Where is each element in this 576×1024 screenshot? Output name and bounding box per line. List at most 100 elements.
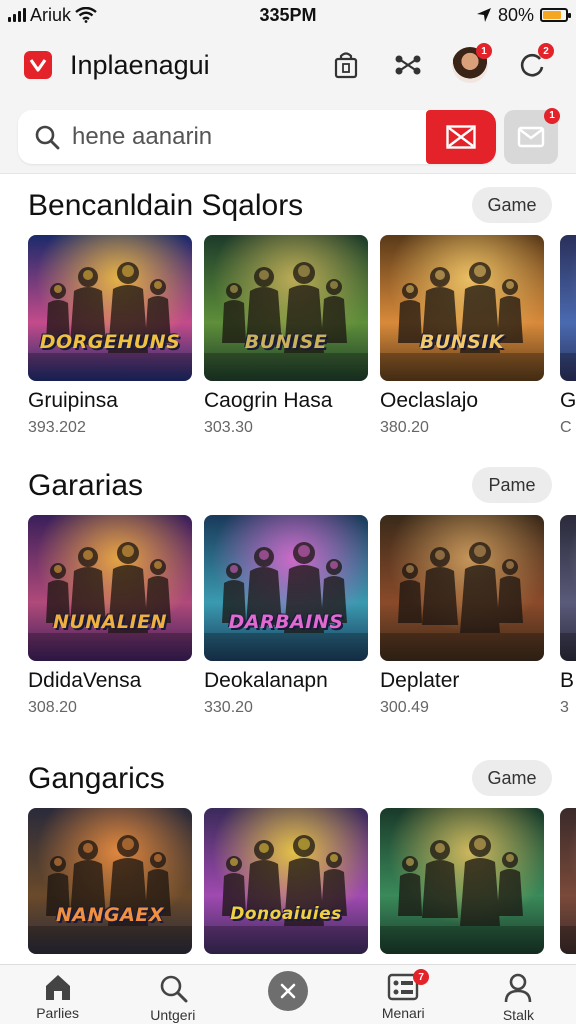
section-title: Gangarics bbox=[28, 762, 165, 795]
nav-label-profile: Stalk bbox=[502, 1007, 534, 1023]
section-header: Bencanldain Sqalors Game bbox=[0, 175, 576, 235]
game-downloads: 393.202 bbox=[28, 419, 86, 436]
close-icon bbox=[446, 124, 476, 149]
game-card[interactable]: Donoaiuies bbox=[204, 808, 368, 964]
app-title: Inplaenagui bbox=[70, 49, 210, 80]
avatar-button[interactable]: 1 bbox=[450, 43, 492, 85]
game-cover-image: Donoaiuies bbox=[204, 808, 368, 954]
game-cover-image: DORGEHUNS bbox=[28, 235, 192, 381]
bag-icon[interactable] bbox=[326, 45, 366, 85]
game-cover-image bbox=[560, 235, 576, 381]
game-card[interactable]: Deplater 300.49 bbox=[380, 515, 544, 717]
section-title: Bencanldain Sqalors bbox=[28, 189, 304, 222]
section-header: Gangarics Game bbox=[0, 748, 576, 808]
game-card[interactable]: NANGAEX bbox=[28, 808, 192, 964]
game-cover-image bbox=[560, 515, 576, 661]
game-section: Gararias Pame NUNALIEN DdidaVensa 308.20… bbox=[0, 455, 576, 716]
game-title: G bbox=[560, 389, 576, 412]
game-title: B bbox=[560, 669, 575, 692]
nav-item-search[interactable]: Untgeri bbox=[115, 965, 230, 1024]
game-section: Bencanldain Sqalors Game DORGEHUNS Gruip… bbox=[0, 175, 576, 436]
game-title: DdidaVensa bbox=[28, 669, 142, 692]
search-icon bbox=[160, 975, 188, 1003]
status-time: 335PM bbox=[259, 4, 317, 25]
game-cover-image bbox=[560, 808, 576, 954]
game-title: Oeclaslajo bbox=[380, 389, 479, 412]
refresh-badge: 2 bbox=[538, 43, 554, 59]
signal-icon bbox=[8, 8, 26, 22]
share-icon[interactable] bbox=[388, 45, 428, 85]
nav-item-menu[interactable]: 7 Menari bbox=[346, 965, 461, 1024]
game-cover-image: DARBAINS bbox=[204, 515, 368, 661]
messages-button[interactable]: 1 bbox=[504, 107, 560, 164]
game-cover-image: NANGAEX bbox=[28, 808, 192, 954]
game-title: Gruipinsa bbox=[28, 389, 118, 412]
game-card[interactable]: BUNSIK Oeclaslajo 380.20 bbox=[380, 235, 544, 437]
game-downloads: 380.20 bbox=[380, 419, 429, 436]
game-card[interactable] bbox=[560, 808, 576, 964]
section-header: Gararias Pame bbox=[0, 455, 576, 515]
game-card[interactable]: NUNALIEN DdidaVensa 308.20 bbox=[28, 515, 192, 717]
game-card[interactable]: DORGEHUNS Gruipinsa 393.202 bbox=[28, 235, 192, 437]
mail-icon bbox=[517, 126, 545, 147]
close-icon bbox=[268, 971, 308, 1011]
nav-item-home[interactable]: Parlies bbox=[0, 965, 115, 1024]
section-filter-chip[interactable]: Game bbox=[472, 760, 552, 796]
profile-icon bbox=[505, 973, 532, 1003]
section-filter-chip[interactable]: Pame bbox=[472, 467, 552, 503]
messages-badge: 1 bbox=[544, 107, 560, 124]
game-cover-title: NUNALIEN bbox=[53, 611, 167, 633]
home-icon bbox=[45, 975, 70, 1000]
card-carousel: NANGAEX Donoaiuies bbox=[28, 808, 576, 964]
section-title: Gararias bbox=[28, 469, 144, 502]
game-card[interactable]: DARBAINS Deokalanapn 330.20 bbox=[204, 515, 368, 717]
game-section: Gangarics Game NANGAEX Donoaiuies bbox=[0, 748, 576, 954]
game-downloads: C bbox=[560, 419, 572, 436]
game-card[interactable]: B 3 bbox=[560, 515, 576, 717]
search-row: 1 bbox=[0, 100, 576, 174]
search-box[interactable] bbox=[18, 109, 496, 164]
game-cover-title: BUNISE bbox=[244, 331, 328, 353]
nav-item-center[interactable] bbox=[230, 965, 345, 1024]
game-downloads: 300.49 bbox=[380, 699, 429, 716]
nav-item-profile[interactable]: Stalk bbox=[461, 965, 576, 1024]
app-header: Inplaenagui 1 2 bbox=[0, 30, 576, 100]
game-cover-title: DORGEHUNS bbox=[39, 331, 181, 353]
game-card[interactable]: BUNISE Caogrin Hasa 303.30 bbox=[204, 235, 368, 437]
game-cover-image bbox=[380, 515, 544, 661]
game-cover-image bbox=[380, 808, 544, 954]
nav-label-search: Untgeri bbox=[150, 1007, 196, 1023]
game-cover-image: BUNSIK bbox=[380, 235, 544, 381]
wifi-icon bbox=[75, 7, 97, 23]
card-carousel: NUNALIEN DdidaVensa 308.20 DARBAINS Deok… bbox=[28, 515, 576, 735]
game-title: Deokalanapn bbox=[204, 669, 328, 692]
game-downloads: 308.20 bbox=[28, 699, 77, 716]
app-logo-icon bbox=[24, 51, 52, 79]
location-arrow-icon bbox=[476, 8, 491, 22]
card-carousel: DORGEHUNS Gruipinsa 393.202 BUNISE Caogr… bbox=[28, 235, 576, 455]
game-cover-title: NANGAEX bbox=[56, 904, 164, 926]
refresh-icon[interactable]: 2 bbox=[512, 43, 554, 85]
game-cover-image: BUNISE bbox=[204, 235, 368, 381]
nav-badge: 7 bbox=[413, 969, 430, 985]
carrier-label: Ariuk bbox=[30, 4, 72, 25]
game-cover-title: Donoaiuies bbox=[230, 904, 342, 924]
battery-percent: 80% bbox=[497, 4, 534, 25]
bottom-nav: Parlies Untgeri 7 Menari Stalk bbox=[0, 964, 576, 1024]
avatar-badge: 1 bbox=[476, 43, 492, 59]
section-filter-chip[interactable]: Game bbox=[472, 187, 552, 223]
game-card[interactable]: G C bbox=[560, 235, 576, 437]
game-cover-image: NUNALIEN bbox=[28, 515, 192, 661]
game-downloads: 3 bbox=[560, 699, 569, 716]
nav-label-menu: Menari bbox=[381, 1005, 425, 1021]
status-bar: Ariuk 335PM 80% bbox=[0, 0, 576, 30]
content-feed: Bencanldain Sqalors Game DORGEHUNS Gruip… bbox=[0, 175, 576, 964]
nav-label-home: Parlies bbox=[36, 1005, 79, 1021]
game-card[interactable] bbox=[380, 808, 544, 964]
battery-icon bbox=[540, 8, 571, 22]
game-title: Deplater bbox=[380, 669, 460, 692]
search-input[interactable] bbox=[72, 122, 402, 151]
game-cover-title: BUNSIK bbox=[419, 331, 505, 353]
search-clear-button[interactable] bbox=[426, 109, 496, 164]
game-cover-title: DARBAINS bbox=[228, 611, 344, 633]
